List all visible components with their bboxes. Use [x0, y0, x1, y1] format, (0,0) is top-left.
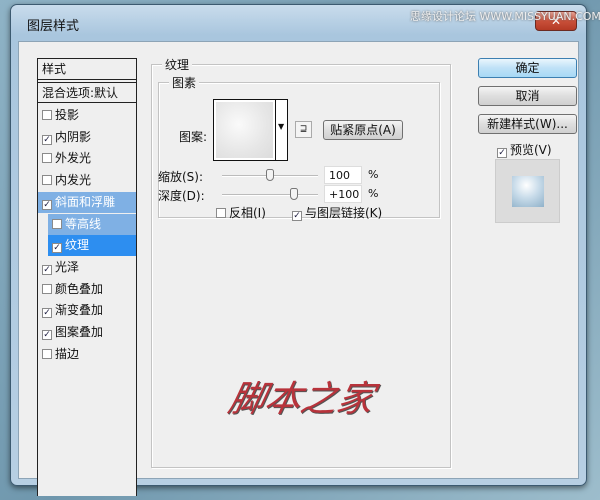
checkbox-icon[interactable]: [52, 218, 62, 229]
style-item-label: 图案叠加: [55, 325, 104, 339]
styles-header[interactable]: 样式: [38, 59, 136, 80]
blending-options[interactable]: 混合选项:默认: [38, 82, 136, 103]
checkbox-icon[interactable]: [216, 208, 226, 218]
checkbox-icon[interactable]: ✓: [42, 330, 52, 340]
checkbox-icon[interactable]: [42, 153, 52, 164]
texture-section: 纹理 图素 图案: ▼ ⊒ 贴紧原点(A) 缩放(S): 100 % 深度(D)…: [151, 56, 451, 468]
pattern-label: 图案:: [179, 130, 208, 144]
style-item[interactable]: ✓ 光泽: [38, 257, 136, 278]
style-item[interactable]: 颜色叠加: [38, 279, 136, 300]
style-item-label: 投影: [55, 108, 80, 122]
style-item-label: 内发光: [55, 173, 92, 188]
depth-unit: %: [368, 187, 379, 200]
invert-checkbox[interactable]: 反相(I): [216, 204, 266, 221]
depth-label: 深度(D):: [158, 189, 205, 203]
style-item[interactable]: 描边: [38, 344, 136, 365]
style-item-label: 纹理: [65, 238, 90, 253]
checkbox-icon[interactable]: [42, 283, 52, 294]
new-style-button[interactable]: 新建样式(W)...: [478, 114, 577, 134]
layer-style-dialog: 图层样式 ✕ 样式 混合选项:默认 投影 ✓ 内阴影 外发光 内发光 ✓ 斜面和浮雕 等高线 ✓…: [10, 4, 587, 496]
checkbox-icon[interactable]: [42, 110, 52, 120]
preview-swatch: [512, 176, 544, 207]
scale-input[interactable]: 100: [324, 166, 362, 184]
checkbox-icon[interactable]: ✓: [42, 264, 52, 275]
watermark-text: 脚本之家: [224, 379, 378, 420]
style-item[interactable]: ✓ 渐变叠加: [38, 300, 136, 321]
scale-slider-thumb[interactable]: [266, 169, 274, 181]
checkbox-icon[interactable]: ✓: [42, 308, 52, 319]
link-with-layer-label: 与图层链接(K): [305, 206, 383, 220]
site-watermark: 思缘设计论坛 WWW.MISSYUAN.COM: [410, 10, 600, 23]
style-item[interactable]: 外发光: [38, 148, 136, 169]
style-item-label: 描边: [55, 346, 80, 361]
checkbox-icon[interactable]: [42, 175, 52, 186]
depth-slider-track[interactable]: [222, 194, 318, 196]
invert-label: 反相(I): [229, 206, 266, 220]
style-item[interactable]: ✓ 纹理: [48, 235, 136, 257]
style-item-label: 颜色叠加: [55, 281, 104, 296]
checkbox-icon[interactable]: ✓: [497, 148, 507, 158]
dropdown-arrow-icon[interactable]: ▼: [278, 122, 284, 131]
cancel-button[interactable]: 取消: [478, 86, 577, 106]
styles-list: 样式 混合选项:默认 投影 ✓ 内阴影 外发光 内发光 ✓ 斜面和浮雕 等高线 ✓ 纹理 ✓ 光泽 颜色…: [37, 58, 137, 496]
preview-checkbox[interactable]: ✓ 预览(V): [497, 141, 552, 158]
style-item-label: 外发光: [55, 151, 92, 166]
checkbox-icon[interactable]: ✓: [42, 199, 52, 210]
dialog-title: 图层样式: [27, 19, 80, 34]
depth-slider-thumb[interactable]: [290, 188, 298, 200]
preview-label: 预览(V): [510, 143, 552, 157]
style-item[interactable]: ✓ 斜面和浮雕: [38, 191, 136, 213]
checkbox-icon[interactable]: ✓: [42, 134, 52, 145]
depth-input[interactable]: +100: [324, 185, 362, 203]
scale-unit: %: [368, 168, 379, 181]
pattern-picker[interactable]: ▼: [213, 99, 288, 161]
checkbox-icon[interactable]: ✓: [292, 211, 302, 221]
style-item-label: 等高线: [65, 216, 102, 231]
style-item-label: 渐变叠加: [55, 303, 104, 318]
style-item[interactable]: 等高线: [48, 213, 136, 235]
style-item-label: 斜面和浮雕: [55, 194, 116, 209]
checkbox-icon[interactable]: ✓: [52, 243, 62, 254]
ok-button[interactable]: 确定: [478, 58, 577, 78]
link-with-layer-checkbox[interactable]: ✓ 与图层链接(K): [292, 204, 382, 221]
style-preview: [495, 159, 560, 223]
new-preset-icon[interactable]: ⊒: [295, 121, 312, 138]
style-item[interactable]: 投影: [38, 105, 136, 126]
pattern-thumbnail: [216, 102, 273, 158]
style-item-label: 光泽: [55, 259, 80, 274]
texture-section-title: 纹理: [162, 56, 193, 73]
dialog-body: 样式 混合选项:默认 投影 ✓ 内阴影 外发光 内发光 ✓ 斜面和浮雕 等高线 ✓ 纹理 ✓ 光泽 颜色…: [18, 41, 579, 496]
checkbox-icon[interactable]: [42, 348, 52, 359]
style-item[interactable]: ✓ 内阴影: [38, 127, 136, 148]
style-item-label: 内阴影: [55, 129, 92, 144]
elements-group-title: 图素: [169, 74, 200, 91]
scale-label: 缩放(S):: [158, 170, 204, 184]
style-item[interactable]: ✓ 图案叠加: [38, 322, 136, 343]
snap-to-origin-button[interactable]: 贴紧原点(A): [323, 120, 403, 140]
style-item[interactable]: 内发光: [38, 170, 136, 191]
